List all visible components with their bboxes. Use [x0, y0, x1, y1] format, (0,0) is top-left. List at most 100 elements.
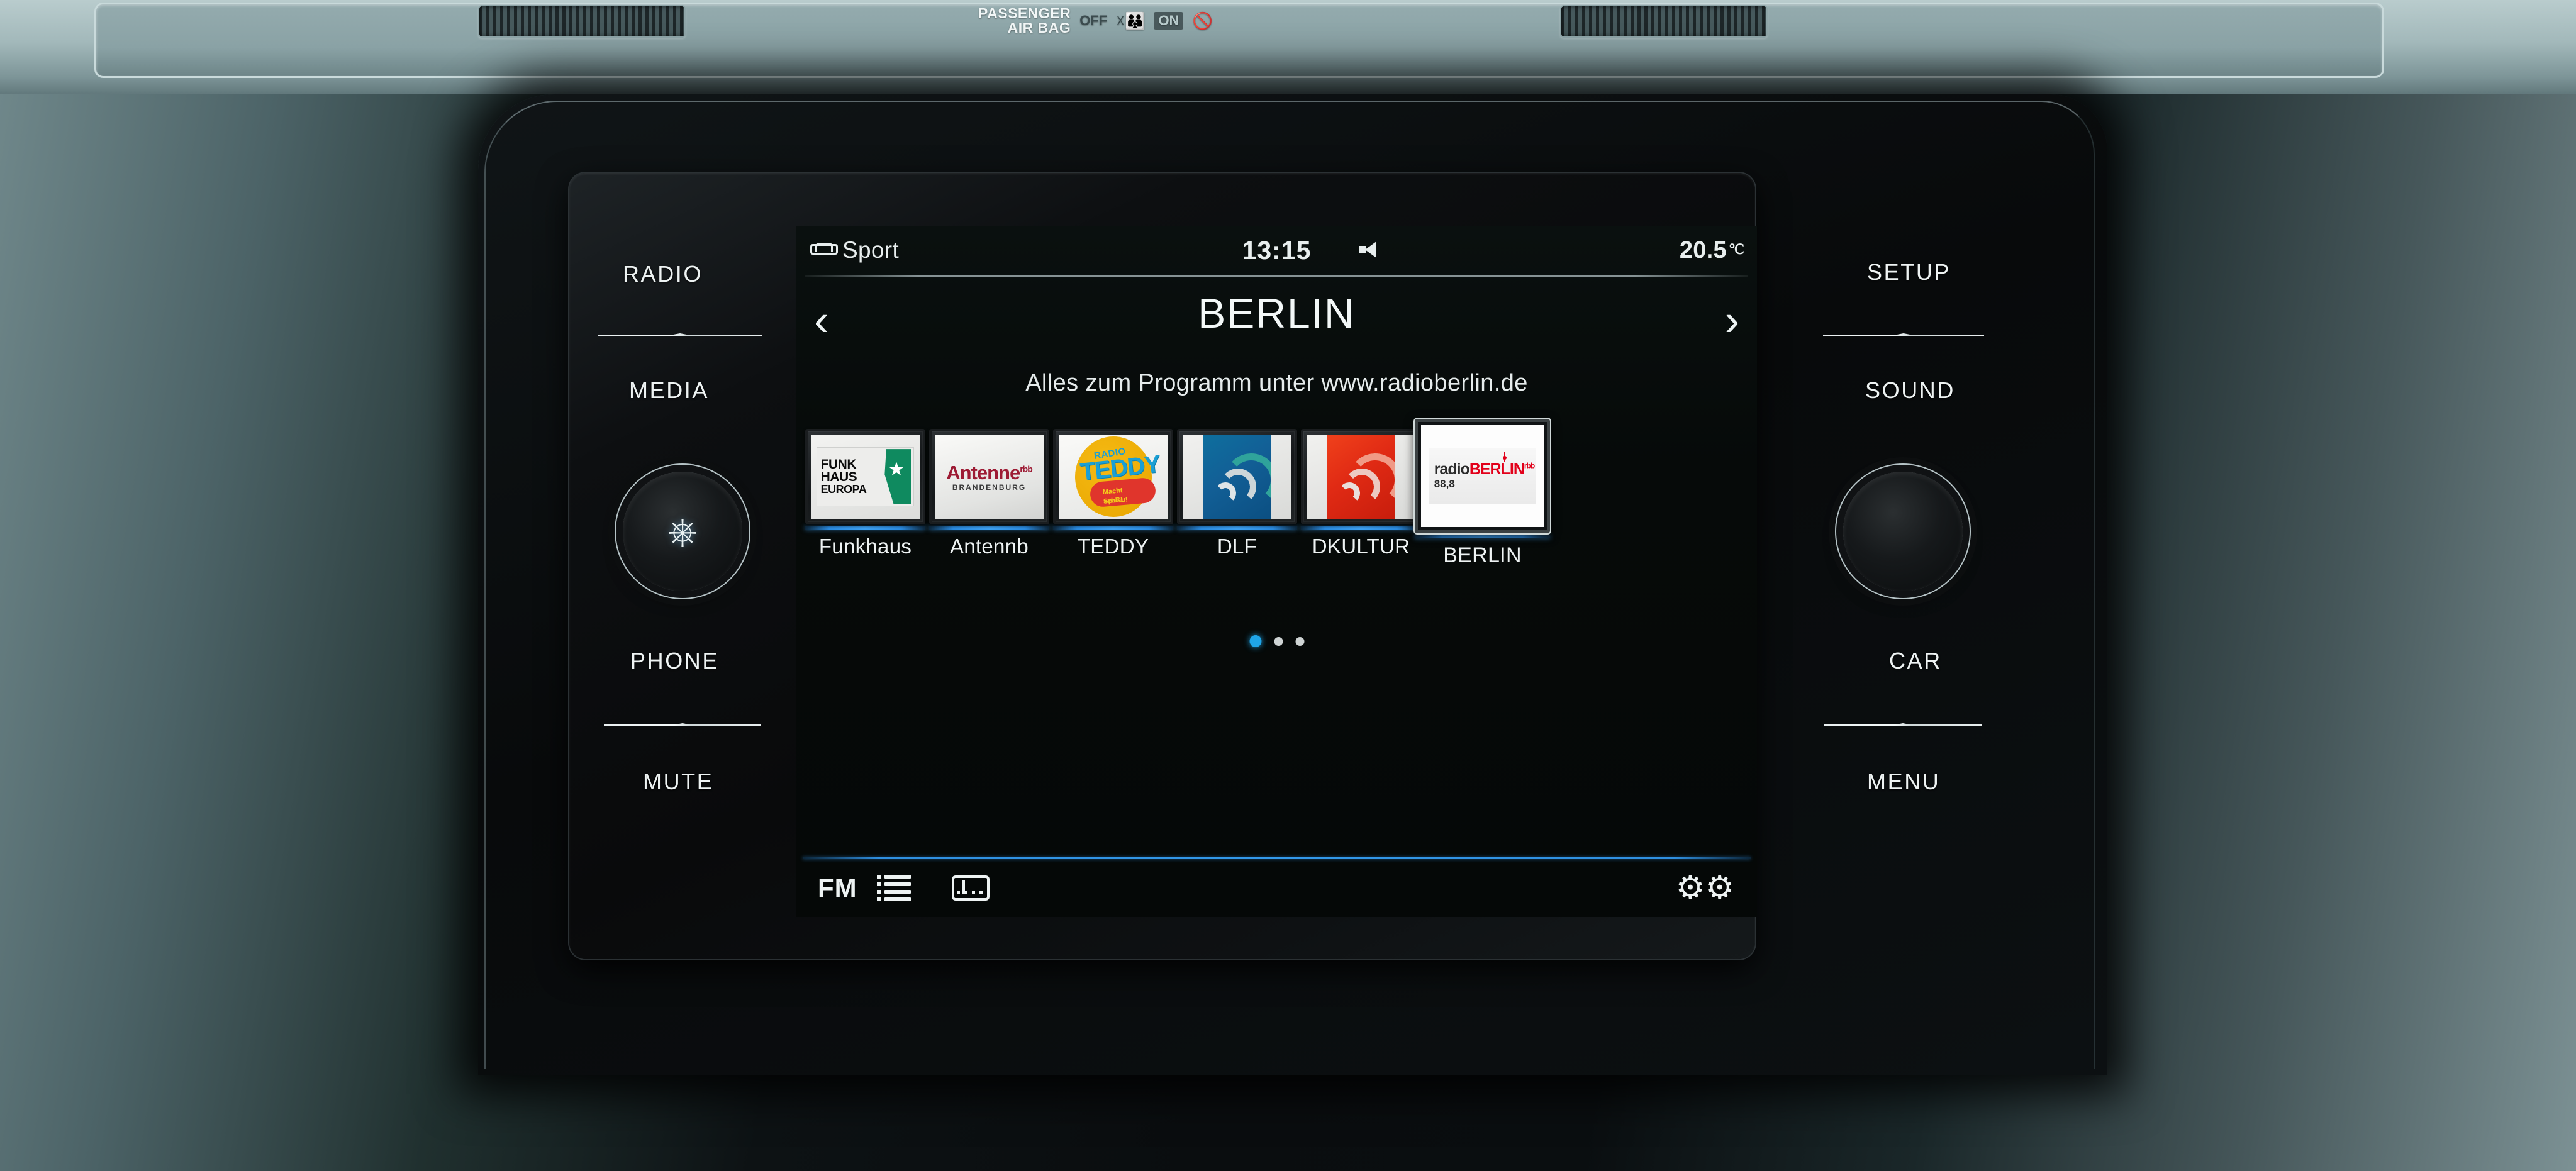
- airbag-title-line2: AIR BAG: [1007, 19, 1071, 36]
- tv-tower-icon: [1502, 452, 1507, 462]
- station-header: ‹ BERLIN ›: [796, 287, 1757, 356]
- dashboard-background: PASSENGER AIR BAG OFF ☓👪 ON 🚫 RADIO MEDI…: [0, 0, 2576, 1171]
- preset-logo: Antennerbb BRANDENBURG: [935, 435, 1044, 519]
- car-front-icon: [810, 243, 838, 258]
- rbb-superscript: rbb: [1020, 463, 1033, 474]
- current-station-name: BERLIN: [1198, 290, 1356, 336]
- berlin-word: BERLIN: [1469, 460, 1525, 478]
- pagination-dots[interactable]: [1249, 635, 1304, 647]
- preset-tile[interactable]: Antennerbb BRANDENBURG: [929, 429, 1049, 524]
- preset-funkhaus[interactable]: FUNK HAUS EUROPA ★ Funkhaus: [805, 429, 925, 558]
- preset-dkultur[interactable]: DKULTUR: [1301, 429, 1421, 558]
- setup-button[interactable]: SETUP: [1867, 259, 1951, 286]
- radio-word: radio: [1434, 460, 1470, 478]
- infotainment-screen[interactable]: Sport 13:15 20.5 ℃ ‹ BERLIN › Alles zum P…: [796, 226, 1757, 917]
- preset-berlin[interactable]: radioBERLINrbb 88,8 BERLIN: [1415, 419, 1550, 568]
- tune-knob[interactable]: [1843, 472, 1963, 591]
- brandenburg-word: BRANDENBURG: [952, 483, 1027, 492]
- rbb-superscript: rbb: [1524, 461, 1535, 470]
- drive-mode-label: Sport: [842, 237, 899, 263]
- power-volume-knob[interactable]: ⎈: [623, 472, 742, 591]
- funkhaus-line1: FUNK: [820, 457, 857, 472]
- preset-label: DKULTUR: [1312, 535, 1410, 558]
- gears-icon[interactable]: ⚙⚙: [1676, 872, 1734, 904]
- bottom-toolbar: FM ⚙⚙: [796, 859, 1757, 917]
- preset-underline: [929, 526, 1049, 530]
- temperature-readout: 20.5 ℃: [1680, 237, 1744, 264]
- temperature-unit: ℃: [1728, 241, 1744, 257]
- passenger-airbag-indicator: PASSENGER AIR BAG OFF ☓👪 ON 🚫: [978, 3, 1368, 39]
- sound-button[interactable]: SOUND: [1865, 377, 1955, 404]
- teddy-slogan-2: Macht schlau!: [1102, 487, 1129, 506]
- temperature-value: 20.5: [1679, 236, 1727, 264]
- preset-tile[interactable]: [1301, 429, 1421, 524]
- preset-tile[interactable]: RADIO TEDDY Macht Spaß! Macht schlau!: [1053, 429, 1173, 524]
- preset-dlf[interactable]: DLF: [1177, 429, 1297, 558]
- air-vent-left[interactable]: [478, 5, 686, 38]
- preset-underline: [805, 526, 925, 530]
- menu-button[interactable]: MENU: [1867, 769, 1940, 795]
- preset-logo: RADIO TEDDY Macht Spaß! Macht schlau!: [1059, 435, 1168, 519]
- media-button[interactable]: MEDIA: [629, 377, 709, 404]
- airbag-off-label: OFF: [1079, 13, 1108, 28]
- air-vent-right[interactable]: [1560, 5, 1768, 38]
- preset-logo: [1307, 435, 1415, 519]
- airbag-title: PASSENGER AIR BAG: [978, 6, 1071, 36]
- preset-underline: [1301, 526, 1421, 530]
- page-dot-1[interactable]: [1249, 635, 1261, 647]
- airbag-title-line1: PASSENGER: [978, 4, 1071, 21]
- next-station-button[interactable]: ›: [1725, 298, 1739, 342]
- status-bar: Sport 13:15 20.5 ℃: [796, 226, 1757, 274]
- preset-antennb[interactable]: Antennerbb BRANDENBURG Antennb: [929, 429, 1049, 558]
- radio-teddy-logo: RADIO TEDDY Macht Spaß! Macht schlau!: [1059, 435, 1168, 519]
- clock: 13:15: [1242, 235, 1312, 265]
- antenne-brandenburg-logo: Antennerbb BRANDENBURG: [935, 435, 1044, 519]
- preset-station-list: FUNK HAUS EUROPA ★ Funkhaus Antennerbb B…: [805, 419, 1749, 567]
- radio-button[interactable]: RADIO: [623, 261, 703, 287]
- wave-arc-small: [1337, 482, 1361, 504]
- preset-logo: FUNK HAUS EUROPA ★: [811, 435, 920, 519]
- dashboard-upper-panel: PASSENGER AIR BAG OFF ☓👪 ON 🚫: [0, 0, 2576, 107]
- frequency-label: 88,8: [1434, 478, 1455, 490]
- star-icon: ★: [888, 459, 905, 480]
- preset-tile[interactable]: [1177, 429, 1297, 524]
- speaker-icon[interactable]: [1358, 237, 1378, 264]
- drive-mode-indicator[interactable]: Sport: [810, 237, 899, 264]
- preset-logo: [1183, 435, 1291, 519]
- funkhaus-line2: HAUS: [820, 470, 857, 485]
- radio-berlin-rbb-logo: radioBERLINrbb 88,8: [1421, 425, 1544, 527]
- status-bar-divider: [805, 275, 1748, 277]
- preset-tile[interactable]: FUNK HAUS EUROPA ★: [805, 429, 925, 524]
- deutschlandfunk-kultur-logo: [1307, 435, 1415, 519]
- wave-arc-small: [1213, 482, 1237, 504]
- previous-station-button[interactable]: ‹: [814, 298, 828, 342]
- phone-button[interactable]: PHONE: [630, 648, 719, 674]
- deutschlandfunk-logo: [1183, 435, 1291, 519]
- funkhaus-europa-logo: FUNK HAUS EUROPA ★: [811, 435, 920, 519]
- page-dot-3[interactable]: [1295, 636, 1304, 646]
- list-icon[interactable]: [877, 875, 911, 901]
- band-scale-icon[interactable]: [952, 875, 990, 901]
- antenne-word: Antenne: [946, 462, 1020, 484]
- preset-label: DLF: [1217, 535, 1257, 558]
- preset-teddy[interactable]: RADIO TEDDY Macht Spaß! Macht schlau! TE…: [1053, 429, 1173, 558]
- teddy-banner: Macht Spaß! Macht schlau!: [1089, 477, 1157, 508]
- preset-underline: [1177, 526, 1297, 530]
- page-dot-2[interactable]: [1274, 636, 1283, 646]
- funkhaus-line3: EUROPA: [820, 482, 867, 496]
- airbag-on-label: ON: [1154, 12, 1184, 30]
- preset-logo: radioBERLINrbb 88,8: [1421, 425, 1544, 527]
- preset-label: BERLIN: [1443, 543, 1522, 567]
- preset-label: TEDDY: [1077, 535, 1149, 558]
- preset-underline: [1415, 535, 1550, 538]
- power-icon: ⎈: [667, 510, 698, 552]
- preset-label: Antennb: [949, 535, 1029, 558]
- mute-button[interactable]: MUTE: [643, 769, 713, 795]
- preset-label: Funkhaus: [818, 535, 912, 558]
- preset-underline: [1053, 526, 1173, 530]
- car-button[interactable]: CAR: [1889, 648, 1942, 674]
- band-button[interactable]: FM: [818, 873, 857, 903]
- airbag-off-icon: ☓👪: [1116, 11, 1146, 30]
- child-seat-prohibited-icon: 🚫: [1192, 11, 1213, 30]
- preset-tile-selected[interactable]: radioBERLINrbb 88,8: [1415, 419, 1550, 533]
